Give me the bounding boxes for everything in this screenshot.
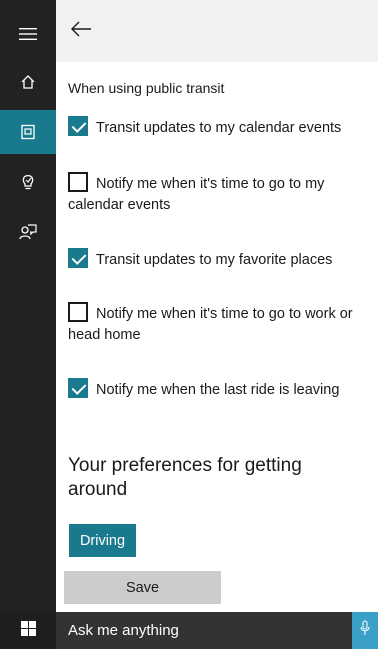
sidebar-item-feedback[interactable] bbox=[0, 210, 56, 254]
save-button[interactable]: Save bbox=[64, 571, 221, 604]
preferences-heading: Your preferences for getting around bbox=[68, 455, 302, 500]
option-transit-calendar-updates[interactable]: Transit updates to my calendar events bbox=[68, 116, 368, 139]
option-notify-calendar-events[interactable]: Notify me when it's time to go to my cal… bbox=[68, 172, 368, 216]
option-label: Notify me when it's time to go to work o… bbox=[68, 306, 353, 343]
lightbulb-icon bbox=[20, 173, 36, 191]
sidebar-item-home[interactable] bbox=[0, 60, 56, 104]
checkbox-unchecked[interactable] bbox=[68, 302, 88, 322]
option-label: Transit updates to my favorite places bbox=[96, 252, 333, 268]
back-arrow-icon bbox=[70, 21, 92, 42]
settings-panel: When using public transit Transit update… bbox=[56, 62, 378, 612]
option-label: Transit updates to my calendar events bbox=[96, 120, 342, 136]
option-notify-last-ride[interactable]: Notify me when the last ride is leaving bbox=[68, 378, 368, 401]
microphone-button[interactable] bbox=[352, 612, 378, 649]
option-label: Notify me when it's time to go to my cal… bbox=[68, 176, 325, 213]
option-notify-work-home[interactable]: Notify me when it's time to go to work o… bbox=[68, 302, 368, 346]
option-label: Notify me when the last ride is leaving bbox=[96, 382, 340, 398]
windows-logo-icon bbox=[20, 620, 36, 641]
checkbox-unchecked[interactable] bbox=[68, 172, 88, 192]
sidebar-item-notebook[interactable] bbox=[0, 110, 56, 154]
sidebar bbox=[0, 0, 56, 612]
sidebar-item-reminders[interactable] bbox=[0, 160, 56, 204]
hamburger-menu-icon bbox=[19, 27, 37, 41]
checkbox-checked[interactable] bbox=[68, 116, 88, 136]
search-box[interactable]: Ask me anything bbox=[68, 622, 179, 639]
back-button[interactable] bbox=[64, 14, 98, 48]
feedback-icon bbox=[19, 223, 37, 241]
start-button[interactable] bbox=[0, 612, 56, 649]
checkbox-checked[interactable] bbox=[68, 378, 88, 398]
driving-button[interactable]: Driving bbox=[69, 524, 136, 557]
option-transit-favorite-places[interactable]: Transit updates to my favorite places bbox=[68, 248, 368, 271]
microphone-icon bbox=[360, 620, 370, 641]
checkbox-checked[interactable] bbox=[68, 248, 88, 268]
sidebar-item-menu[interactable] bbox=[0, 12, 56, 56]
notebook-icon bbox=[20, 124, 36, 140]
home-icon bbox=[20, 74, 36, 90]
section-label: When using public transit bbox=[68, 80, 225, 96]
taskbar: Ask me anything bbox=[0, 612, 378, 649]
top-bar bbox=[56, 0, 378, 62]
